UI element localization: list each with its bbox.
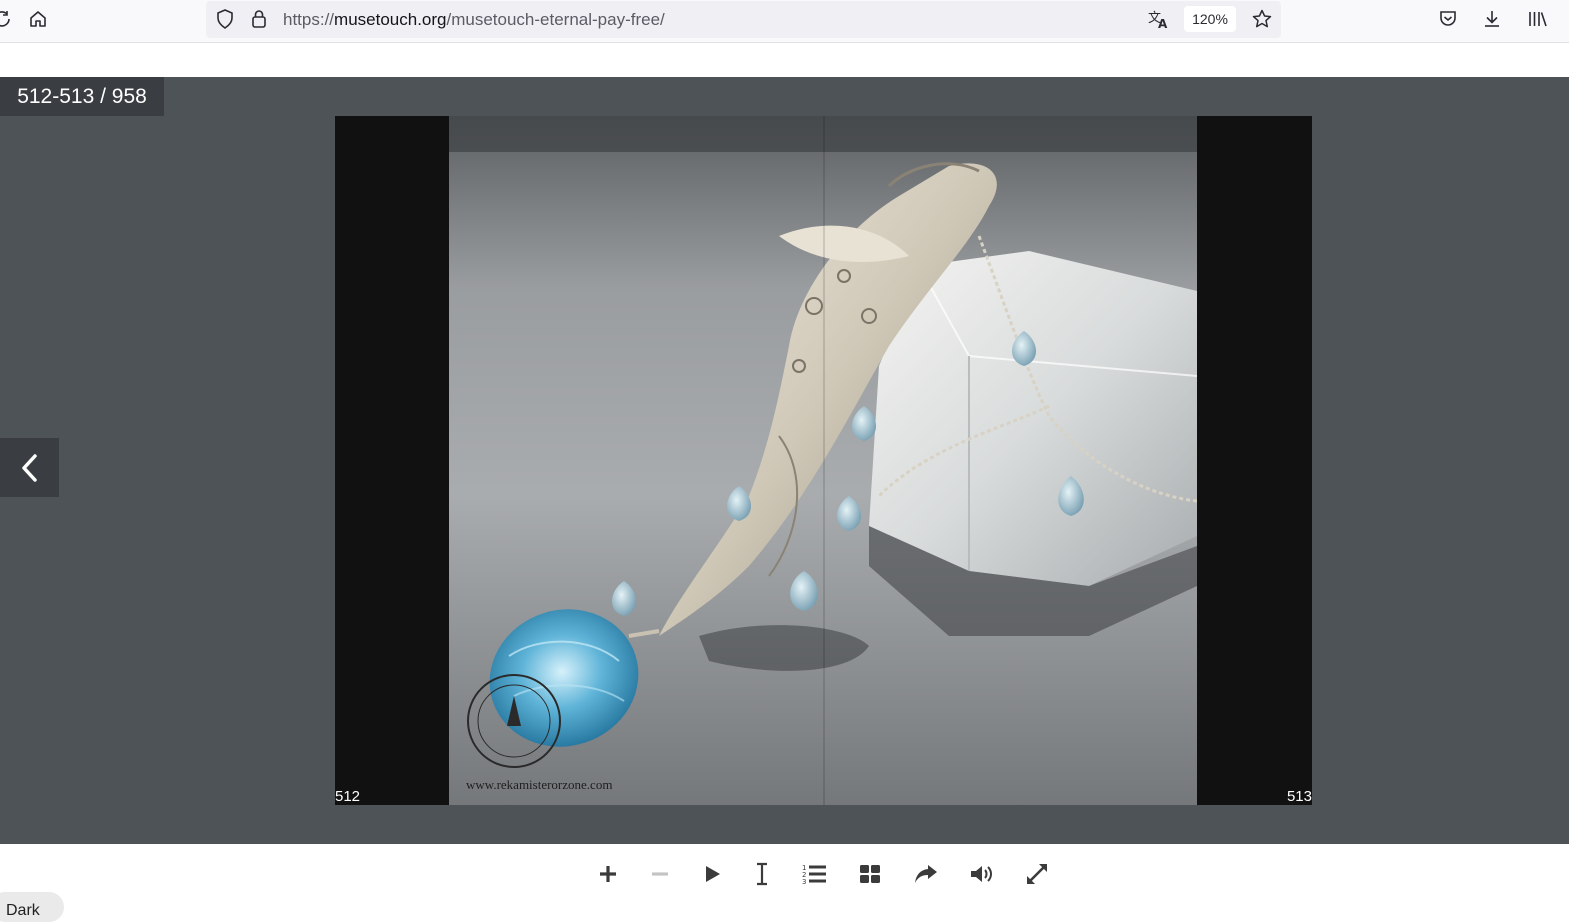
translate-icon[interactable]: 文A [1147, 7, 1171, 31]
text-select-button[interactable] [747, 859, 777, 889]
zoom-in-button[interactable] [593, 859, 623, 889]
bookmark-star-icon[interactable] [1250, 7, 1274, 31]
numbered-list-icon: 123 [802, 864, 826, 885]
speaker-icon [971, 866, 992, 882]
url-host: musetouch.org [334, 10, 447, 29]
right-page-number: 513 [1286, 788, 1312, 805]
play-icon [706, 866, 720, 882]
viewer-toolbar: 123 Dark [0, 844, 1569, 922]
plus-icon [600, 866, 616, 882]
url-path: /musetouch-eternal-pay-free/ [446, 10, 665, 29]
url-bar[interactable]: https://musetouch.org/musetouch-eternal-… [206, 1, 1281, 38]
thumbnails-button[interactable] [855, 859, 885, 889]
dark-mode-toggle[interactable]: Dark [0, 892, 64, 922]
library-icon[interactable] [1526, 7, 1550, 31]
grid-icon [860, 865, 880, 883]
fullscreen-button[interactable] [1022, 859, 1052, 889]
chevron-left-icon [21, 453, 37, 482]
url-prefix: https:// [283, 10, 335, 29]
flipbook-viewer: 512-513 / 958 www.rekamisterorzone.com 5… [0, 77, 1569, 844]
reload-icon[interactable] [0, 7, 14, 31]
minus-icon [652, 872, 668, 876]
page-header-area [0, 44, 1569, 77]
pocket-icon[interactable] [1436, 7, 1460, 31]
home-icon[interactable] [26, 7, 50, 31]
svg-text:3: 3 [802, 878, 806, 885]
downloads-icon[interactable] [1480, 7, 1504, 31]
shield-icon[interactable] [213, 7, 237, 31]
zoom-out-button[interactable] [645, 859, 675, 889]
page-gutter [823, 116, 825, 805]
sound-button[interactable] [967, 859, 997, 889]
left-page-number: 512 [335, 788, 361, 805]
page-spread[interactable]: www.rekamisterorzone.com 512 513 [335, 116, 1312, 805]
watermark-text: www.rekamisterorzone.com [466, 777, 613, 792]
page-counter: 512-513 / 958 [0, 77, 164, 116]
zoom-level-button[interactable]: 120% [1184, 6, 1236, 32]
expand-icon [1027, 864, 1047, 884]
browser-toolbar: https://musetouch.org/musetouch-eternal-… [0, 0, 1569, 43]
url-text[interactable]: https://musetouch.org/musetouch-eternal-… [283, 10, 665, 30]
text-cursor-icon [757, 862, 767, 886]
lock-icon[interactable] [247, 7, 271, 31]
svg-text:A: A [1158, 17, 1168, 29]
play-button[interactable] [697, 859, 727, 889]
previous-page-button[interactable] [0, 438, 59, 497]
table-of-contents-button[interactable]: 123 [799, 859, 829, 889]
share-button[interactable] [911, 859, 941, 889]
share-arrow-icon [915, 865, 937, 883]
